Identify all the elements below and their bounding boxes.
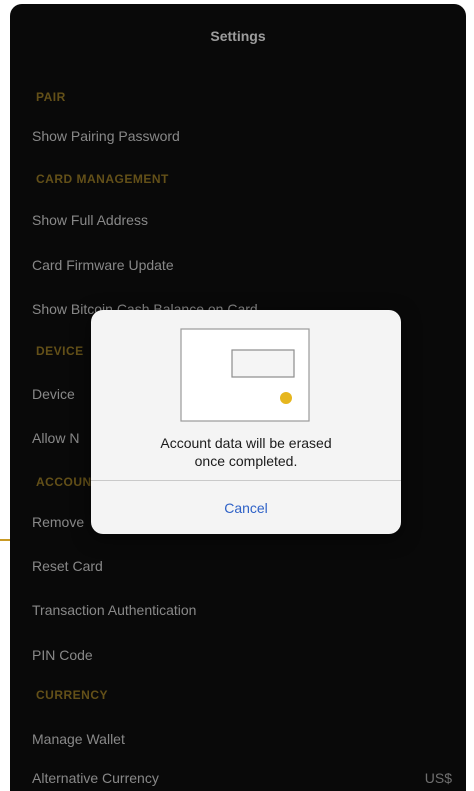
phone-screen: Settings PAIR Show Pairing Password CARD…	[10, 4, 466, 791]
cancel-button[interactable]: Cancel	[91, 481, 401, 534]
dialog-message: Account data will be erased once complet…	[91, 434, 401, 470]
dialog-message-line-1: Account data will be erased	[160, 435, 332, 451]
screen-frame: Settings PAIR Show Pairing Password CARD…	[0, 0, 474, 791]
dialog-message-line-2: once completed.	[194, 453, 298, 469]
erase-confirmation-dialog: Account data will be erased once complet…	[91, 310, 401, 534]
card-illustration-icon	[180, 328, 310, 422]
